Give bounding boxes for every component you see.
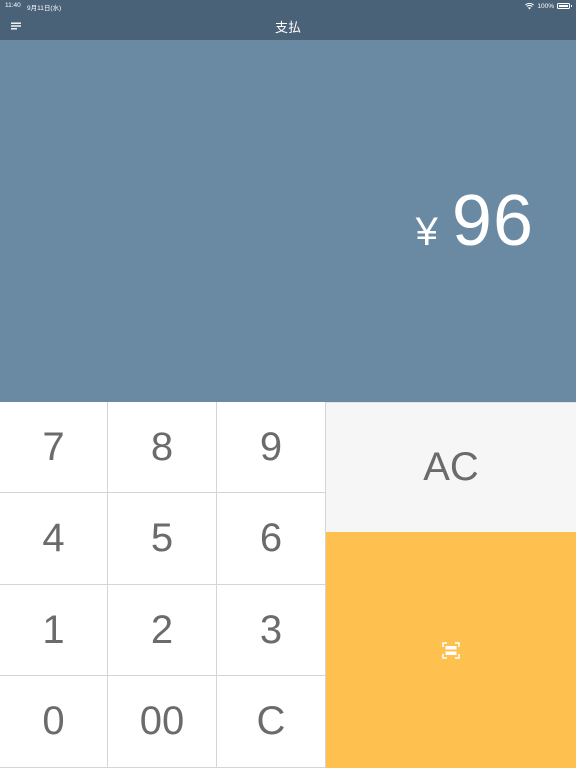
key-0[interactable]: 0 — [0, 676, 108, 768]
currency-symbol: ¥ — [415, 210, 438, 254]
scan-icon — [442, 641, 460, 659]
key-4[interactable]: 4 — [0, 493, 108, 585]
status-bar: 11:40 9月11日(水) 100% — [0, 0, 576, 12]
page-title: 支払 — [274, 20, 301, 35]
key-9[interactable]: 9 — [217, 402, 326, 493]
key-7[interactable]: 7 — [0, 402, 108, 493]
battery-fill — [559, 5, 568, 7]
key-00[interactable]: 00 — [108, 676, 217, 768]
scan-button[interactable] — [326, 532, 576, 768]
battery-percent: 100% — [537, 2, 554, 10]
key-1[interactable]: 1 — [0, 585, 108, 676]
amount-readout: ¥ 96 — [416, 180, 534, 262]
key-2[interactable]: 2 — [108, 585, 217, 676]
key-clear[interactable]: C — [217, 676, 326, 768]
key-3[interactable]: 3 — [217, 585, 326, 676]
status-date: 9月11日(水) — [27, 5, 62, 12]
key-5[interactable]: 5 — [108, 493, 217, 585]
payment-screen: 11:40 9月11日(水) 100% 支払 ¥ 96 7 8 9 4 5 6 … — [0, 0, 576, 768]
numeric-keypad: 7 8 9 4 5 6 1 2 3 0 00 C — [0, 402, 326, 768]
nav-bar: 支払 — [0, 12, 576, 40]
amount-display: ¥ 96 — [0, 40, 576, 402]
status-right: 100% — [525, 1, 572, 11]
key-8[interactable]: 8 — [108, 402, 217, 493]
wifi-icon — [525, 2, 535, 9]
clear-all-button[interactable]: AC — [326, 402, 576, 532]
battery-icon — [557, 3, 572, 9]
amount-value: 96 — [451, 181, 534, 261]
key-6[interactable]: 6 — [217, 493, 326, 585]
status-time: 11:40 — [5, 2, 21, 9]
